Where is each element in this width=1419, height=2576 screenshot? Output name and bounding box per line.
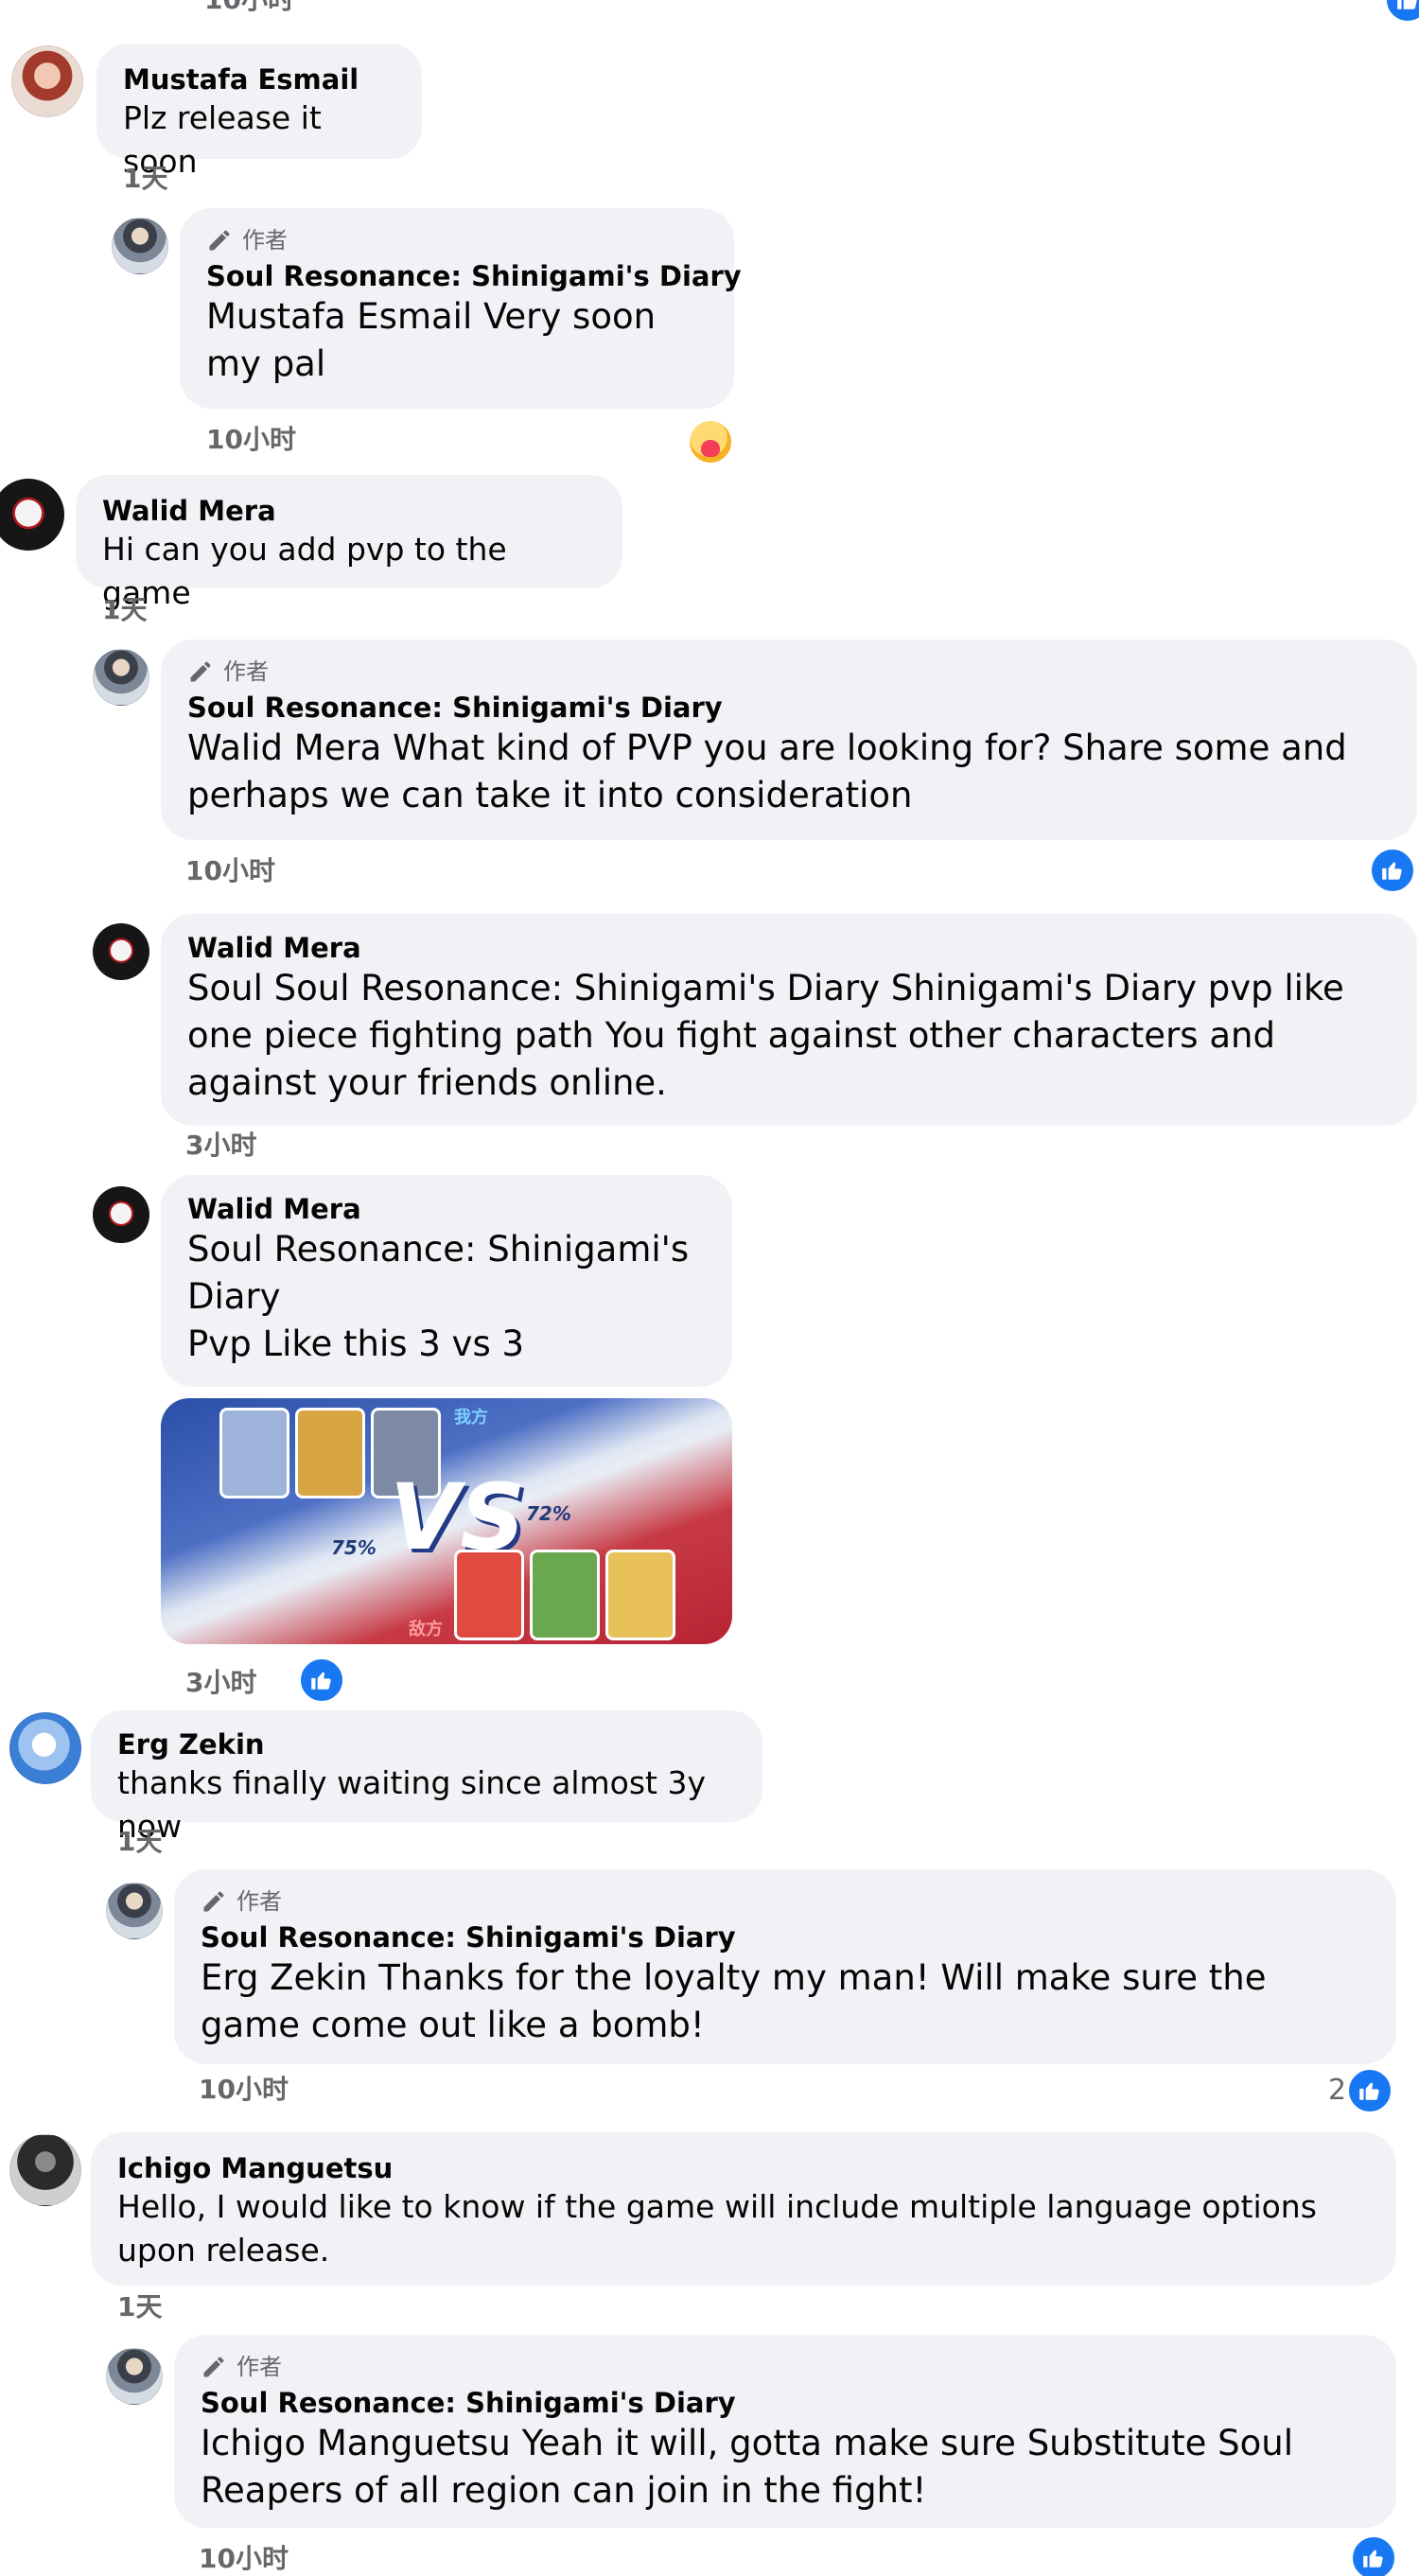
author-label: 作者	[236, 2354, 282, 2380]
reaction-count[interactable]: 2	[1328, 2074, 1346, 2108]
pencil-icon	[203, 1891, 224, 1912]
reply-time[interactable]: 10小时	[206, 424, 296, 456]
reply-author[interactable]: Soul Resonance: Shinigami's Diary	[206, 259, 742, 293]
reply-bubble: Walid Mera Soul Soul Resonance: Shinigam…	[161, 914, 1417, 1126]
reply-time[interactable]: 10小时	[185, 855, 275, 887]
comment-text: Hi can you add pvp to the game	[102, 531, 517, 611]
reply-text: Erg Zekin Thanks for the loyalty my man!…	[201, 1957, 1278, 2045]
reply-time[interactable]: 10小时	[199, 2543, 289, 2575]
page-avatar[interactable]	[93, 649, 149, 706]
reply-bubble: 作者 Soul Resonance: Shinigami's Diary Ich…	[174, 2335, 1396, 2528]
reply-time[interactable]: 3小时	[185, 1130, 256, 1162]
like-reaction-icon[interactable]	[1368, 846, 1417, 895]
reply-text: Soul Soul Resonance: Shinigami's Diary S…	[187, 968, 1356, 1103]
page-avatar[interactable]	[106, 2348, 163, 2405]
comment-bubble: Ichigo Manguetsu Hello, I would like to …	[91, 2132, 1396, 2286]
right-percent: 72%	[526, 1502, 571, 1525]
user-avatar[interactable]	[93, 1186, 149, 1243]
character-card	[530, 1550, 600, 1640]
page-avatar[interactable]	[112, 218, 168, 274]
author-badge: 作者	[206, 225, 708, 255]
like-reaction-icon[interactable]	[1345, 2066, 1394, 2115]
user-avatar[interactable]	[9, 1712, 81, 1784]
reply-text: Mustafa Esmail Very soon my pal	[206, 296, 667, 384]
reply-bubble: Walid Mera Soul Resonance: Shinigami's D…	[161, 1175, 732, 1387]
previous-comment-time[interactable]: 10小时	[204, 0, 294, 17]
heart-icon	[701, 440, 720, 457]
character-card	[219, 1408, 289, 1498]
reply-author[interactable]: Soul Resonance: Shinigami's Diary	[201, 1920, 1370, 1954]
like-reaction-icon[interactable]	[1383, 0, 1419, 25]
reply-time[interactable]: 10小时	[199, 2074, 289, 2106]
enemy-tag: 敌方	[409, 1620, 443, 1639]
reply-text: Ichigo Manguetsu Yeah it will, gotta mak…	[201, 2423, 1305, 2511]
comment-author[interactable]: Mustafa Esmail	[123, 62, 395, 96]
page-avatar[interactable]	[106, 1883, 163, 1939]
left-percent: 75%	[331, 1536, 377, 1559]
like-reaction-icon[interactable]	[297, 1656, 346, 1705]
comment-bubble: Erg Zekin thanks finally waiting since a…	[91, 1710, 762, 1845]
reply-bubble: 作者 Soul Resonance: Shinigami's Diary Wal…	[161, 640, 1417, 840]
comment-text: Hello, I would like to know if the game …	[117, 2188, 1327, 2269]
reply-bubble: 作者 Soul Resonance: Shinigami's Diary Mus…	[180, 208, 742, 409]
pencil-icon	[190, 661, 211, 682]
comment-time[interactable]: 1天	[117, 2291, 162, 2323]
character-card	[454, 1550, 524, 1640]
care-reaction-icon[interactable]	[687, 418, 734, 465]
comment-author[interactable]: Ichigo Manguetsu	[117, 2151, 1370, 2185]
comment-author[interactable]: Walid Mera	[102, 494, 596, 528]
reply-text: Soul Resonance: Shinigami's Diary Pvp Li…	[187, 1229, 690, 1364]
comment-time[interactable]: 1天	[117, 1826, 162, 1858]
comment-bubble: Mustafa Esmail Plz release it soon	[96, 44, 422, 180]
comment-time[interactable]: 1天	[102, 594, 147, 626]
like-reaction-icon[interactable]	[1349, 2533, 1398, 2576]
user-avatar[interactable]	[93, 923, 149, 980]
attached-image[interactable]: 我方 75% VS 72% 敌方	[161, 1398, 732, 1644]
reply-text: Walid Mera What kind of PVP you are look…	[187, 727, 1358, 815]
user-avatar[interactable]	[11, 45, 83, 117]
character-card	[295, 1408, 365, 1498]
reply-author[interactable]: Walid Mera	[187, 1192, 706, 1226]
comment-text: thanks finally waiting since almost 3y n…	[117, 1764, 716, 1845]
pencil-icon	[209, 230, 230, 251]
author-label: 作者	[223, 658, 269, 685]
user-avatar[interactable]	[9, 2134, 81, 2206]
author-badge: 作者	[187, 657, 1391, 687]
comment-author[interactable]: Erg Zekin	[117, 1727, 736, 1761]
user-avatar[interactable]	[0, 479, 64, 551]
comment-bubble: Walid Mera Hi can you add pvp to the gam…	[76, 475, 622, 611]
reply-bubble: 作者 Soul Resonance: Shinigami's Diary Erg…	[174, 1869, 1396, 2064]
reply-time[interactable]: 3小时	[185, 1667, 256, 1699]
author-label: 作者	[242, 227, 288, 254]
reply-author[interactable]: Soul Resonance: Shinigami's Diary	[187, 691, 1391, 725]
character-card	[605, 1550, 675, 1640]
reply-author[interactable]: Walid Mera	[187, 931, 1391, 965]
author-badge: 作者	[201, 1886, 1370, 1917]
ally-tag: 我方	[454, 1408, 488, 1428]
pencil-icon	[203, 2357, 224, 2377]
comment-time[interactable]: 1天	[123, 163, 167, 195]
author-badge: 作者	[201, 2352, 1370, 2382]
reply-author[interactable]: Soul Resonance: Shinigami's Diary	[201, 2386, 1370, 2420]
comment-thread: 10小时 Mustafa Esmail Plz release it soon …	[0, 0, 1419, 2576]
author-label: 作者	[236, 1888, 282, 1915]
